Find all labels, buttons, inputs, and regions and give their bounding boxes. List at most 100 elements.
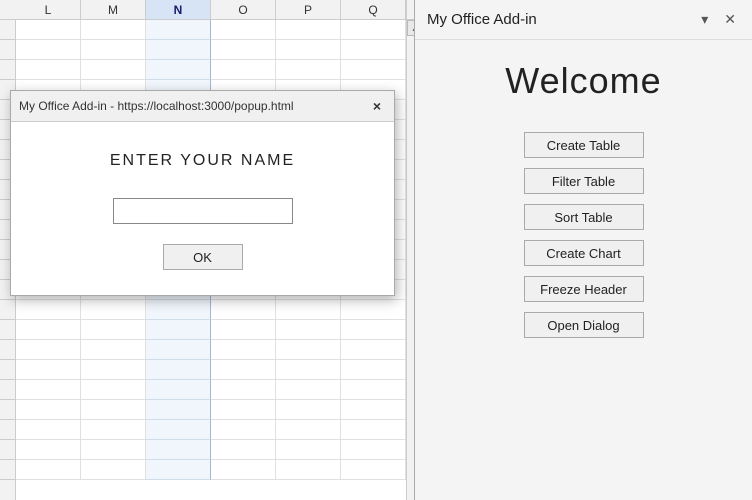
cell[interactable]: [341, 60, 406, 80]
cell[interactable]: [211, 40, 276, 60]
addin-minimize-button[interactable]: ▾: [697, 9, 712, 30]
table-row[interactable]: [16, 460, 406, 480]
cell[interactable]: [341, 320, 406, 340]
cell[interactable]: [211, 380, 276, 400]
table-row[interactable]: [16, 440, 406, 460]
dialog-prompt: ENTER YOUR NAME: [110, 152, 295, 170]
cell[interactable]: [81, 40, 146, 60]
cell[interactable]: [146, 420, 211, 440]
cell[interactable]: [341, 460, 406, 480]
create-chart-button[interactable]: Create Chart: [524, 240, 644, 266]
cell[interactable]: [146, 440, 211, 460]
cell[interactable]: [276, 400, 341, 420]
table-row[interactable]: [16, 60, 406, 80]
cell[interactable]: [276, 40, 341, 60]
cell[interactable]: [211, 460, 276, 480]
cell[interactable]: [211, 320, 276, 340]
cell[interactable]: [276, 420, 341, 440]
dialog-close-button[interactable]: ×: [368, 97, 386, 115]
cell[interactable]: [276, 320, 341, 340]
cell[interactable]: [276, 20, 341, 40]
cell[interactable]: [146, 340, 211, 360]
cell[interactable]: [276, 440, 341, 460]
cell[interactable]: [81, 340, 146, 360]
table-row[interactable]: [16, 380, 406, 400]
dialog-name-input[interactable]: [113, 198, 293, 224]
cell[interactable]: [81, 440, 146, 460]
cell[interactable]: [146, 300, 211, 320]
table-row[interactable]: [16, 320, 406, 340]
cell[interactable]: [16, 320, 81, 340]
cell[interactable]: [211, 360, 276, 380]
open-dialog-button[interactable]: Open Dialog: [524, 312, 644, 338]
cell[interactable]: [146, 60, 211, 80]
scroll-up-arrow[interactable]: ▲: [407, 20, 415, 36]
cell[interactable]: [81, 320, 146, 340]
cell[interactable]: [146, 460, 211, 480]
table-row[interactable]: [16, 300, 406, 320]
table-row[interactable]: [16, 40, 406, 60]
cell[interactable]: [81, 420, 146, 440]
cell[interactable]: [341, 420, 406, 440]
cell[interactable]: [341, 300, 406, 320]
freeze-header-button[interactable]: Freeze Header: [524, 276, 644, 302]
cell[interactable]: [81, 460, 146, 480]
table-row[interactable]: [16, 20, 406, 40]
cell[interactable]: [16, 340, 81, 360]
cell[interactable]: [16, 400, 81, 420]
cell[interactable]: [341, 400, 406, 420]
cell[interactable]: [146, 40, 211, 60]
cell[interactable]: [341, 40, 406, 60]
cell[interactable]: [81, 20, 146, 40]
cell[interactable]: [16, 440, 81, 460]
cell[interactable]: [16, 60, 81, 80]
cell[interactable]: [81, 300, 146, 320]
cell[interactable]: [211, 60, 276, 80]
cell[interactable]: [16, 360, 81, 380]
table-row[interactable]: [16, 340, 406, 360]
cell[interactable]: [146, 380, 211, 400]
cell[interactable]: [211, 340, 276, 360]
dialog-ok-button[interactable]: OK: [163, 244, 243, 270]
cell[interactable]: [276, 60, 341, 80]
cell[interactable]: [146, 400, 211, 420]
addin-close-button[interactable]: ✕: [720, 9, 740, 30]
table-row[interactable]: [16, 400, 406, 420]
cell[interactable]: [211, 20, 276, 40]
cell[interactable]: [16, 380, 81, 400]
cell[interactable]: [211, 440, 276, 460]
scroll-right[interactable]: ▲: [406, 20, 415, 500]
table-row[interactable]: [16, 420, 406, 440]
sort-table-button[interactable]: Sort Table: [524, 204, 644, 230]
excel-panel: L M N O P Q ▲ My Office Add-in - https:/…: [0, 0, 415, 500]
cell[interactable]: [81, 380, 146, 400]
cell[interactable]: [276, 340, 341, 360]
row-number: [0, 360, 15, 380]
create-table-button[interactable]: Create Table: [524, 132, 644, 158]
cell[interactable]: [341, 340, 406, 360]
cell[interactable]: [211, 400, 276, 420]
cell[interactable]: [341, 380, 406, 400]
cell[interactable]: [341, 440, 406, 460]
cell[interactable]: [81, 360, 146, 380]
cell[interactable]: [16, 300, 81, 320]
cell[interactable]: [16, 40, 81, 60]
cell[interactable]: [276, 360, 341, 380]
table-row[interactable]: [16, 360, 406, 380]
cell[interactable]: [276, 460, 341, 480]
cell[interactable]: [146, 20, 211, 40]
cell[interactable]: [81, 400, 146, 420]
cell[interactable]: [341, 360, 406, 380]
cell[interactable]: [146, 360, 211, 380]
cell[interactable]: [211, 300, 276, 320]
cell[interactable]: [211, 420, 276, 440]
cell[interactable]: [146, 320, 211, 340]
cell[interactable]: [341, 20, 406, 40]
cell[interactable]: [81, 60, 146, 80]
cell[interactable]: [16, 460, 81, 480]
cell[interactable]: [16, 20, 81, 40]
filter-table-button[interactable]: Filter Table: [524, 168, 644, 194]
cell[interactable]: [16, 420, 81, 440]
cell[interactable]: [276, 380, 341, 400]
cell[interactable]: [276, 300, 341, 320]
